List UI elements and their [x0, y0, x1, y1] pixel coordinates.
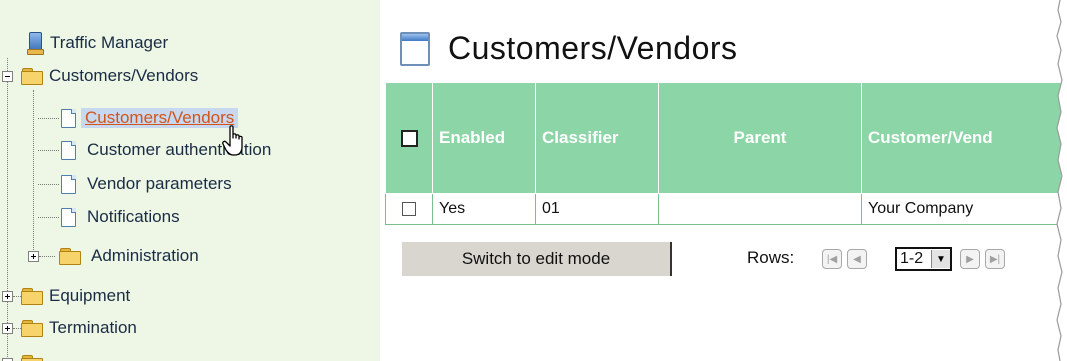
column-header-enabled[interactable]: Enabled — [432, 82, 536, 194]
select-all-checkbox[interactable] — [400, 130, 418, 148]
page-select-value: 1-2 — [900, 250, 924, 267]
torn-edge — [1056, 0, 1067, 361]
tree-connector — [38, 217, 59, 218]
document-icon — [59, 140, 77, 160]
tree-item-notifications[interactable]: Notifications — [59, 202, 180, 232]
tree-item-customers-vendors[interactable]: Customers/Vendors — [59, 103, 239, 133]
tree-connector — [38, 118, 59, 119]
document-icon — [59, 207, 77, 227]
next-page-icon[interactable]: ▶ — [960, 249, 980, 269]
server-icon — [26, 31, 44, 55]
switch-to-edit-mode-button[interactable]: Switch to edit mode — [402, 242, 672, 276]
main-panel: Customers/Vendors Enabled Classifier Par… — [380, 0, 1067, 361]
expand-icon[interactable] — [2, 357, 13, 361]
tree-folder-equipment[interactable]: Equipment — [2, 281, 130, 311]
column-header-parent[interactable]: Parent — [658, 82, 862, 194]
expand-icon[interactable] — [2, 322, 13, 334]
row-checkbox[interactable] — [402, 201, 416, 216]
tree-item-label: Vendor parameters — [87, 174, 232, 193]
customers-table: Enabled Classifier Parent Customer/Vend … — [385, 82, 1062, 225]
folder-open-icon — [21, 68, 43, 85]
tree-item-vendor-parameters[interactable]: Vendor parameters — [59, 169, 232, 199]
column-header-classifier[interactable]: Classifier — [535, 82, 659, 194]
tree-root-label: Traffic Manager — [50, 33, 169, 52]
expand-icon[interactable] — [2, 290, 13, 302]
document-icon — [59, 108, 77, 128]
prev-page-icon[interactable]: ◀ — [847, 249, 867, 269]
tree-folder-label: Equipment — [49, 286, 131, 305]
tree-item-label-selected[interactable]: Customers/Vendors — [81, 108, 239, 128]
tree-folder-administration[interactable]: Administration — [28, 241, 199, 271]
table-header-row: Enabled Classifier Parent Customer/Vend — [385, 82, 1062, 194]
tree-connector — [38, 150, 59, 151]
folder-icon — [21, 288, 43, 305]
tree-root[interactable]: Traffic Manager — [26, 28, 168, 58]
page-select[interactable]: 1-2 ▼ — [895, 247, 952, 271]
navigation-tree: Traffic Manager Customers/Vendors Custom… — [0, 0, 380, 361]
rows-label: Rows: — [747, 248, 795, 267]
tree-folder-label: Administration — [91, 246, 199, 265]
expand-icon[interactable] — [28, 250, 39, 262]
select-all-header — [385, 82, 433, 194]
tree-folder-termination[interactable]: Termination — [2, 313, 137, 343]
tree-folder-label: Customers/Vendors — [49, 66, 199, 85]
first-page-icon[interactable]: |◀ — [822, 249, 842, 269]
tree-item-label: Notifications — [87, 207, 180, 226]
tree-folder-customers-vendors[interactable]: Customers/Vendors — [2, 61, 198, 91]
table-row[interactable]: Yes 01 Your Company — [385, 193, 1062, 225]
page-title: Customers/Vendors — [448, 30, 738, 66]
tree-folder-cut-off[interactable] — [2, 348, 43, 361]
tree-connector — [33, 90, 34, 256]
window-icon — [400, 32, 430, 66]
dropdown-arrow-icon[interactable]: ▼ — [931, 250, 950, 268]
tree-connector — [38, 184, 59, 185]
hand-cursor-icon — [222, 125, 243, 156]
cell-customer: Your Company — [861, 193, 1062, 225]
last-page-icon[interactable]: ▶| — [985, 249, 1005, 269]
document-icon — [59, 174, 77, 194]
folder-icon — [21, 355, 43, 361]
cell-parent — [658, 193, 862, 225]
collapse-icon[interactable] — [2, 70, 13, 82]
tree-folder-label: Termination — [49, 318, 137, 337]
folder-icon — [21, 320, 43, 337]
column-header-customer[interactable]: Customer/Vend — [861, 82, 1062, 194]
cell-enabled: Yes — [432, 193, 536, 225]
cell-classifier: 01 — [535, 193, 659, 225]
row-select-cell — [385, 193, 433, 225]
folder-icon — [59, 248, 81, 265]
